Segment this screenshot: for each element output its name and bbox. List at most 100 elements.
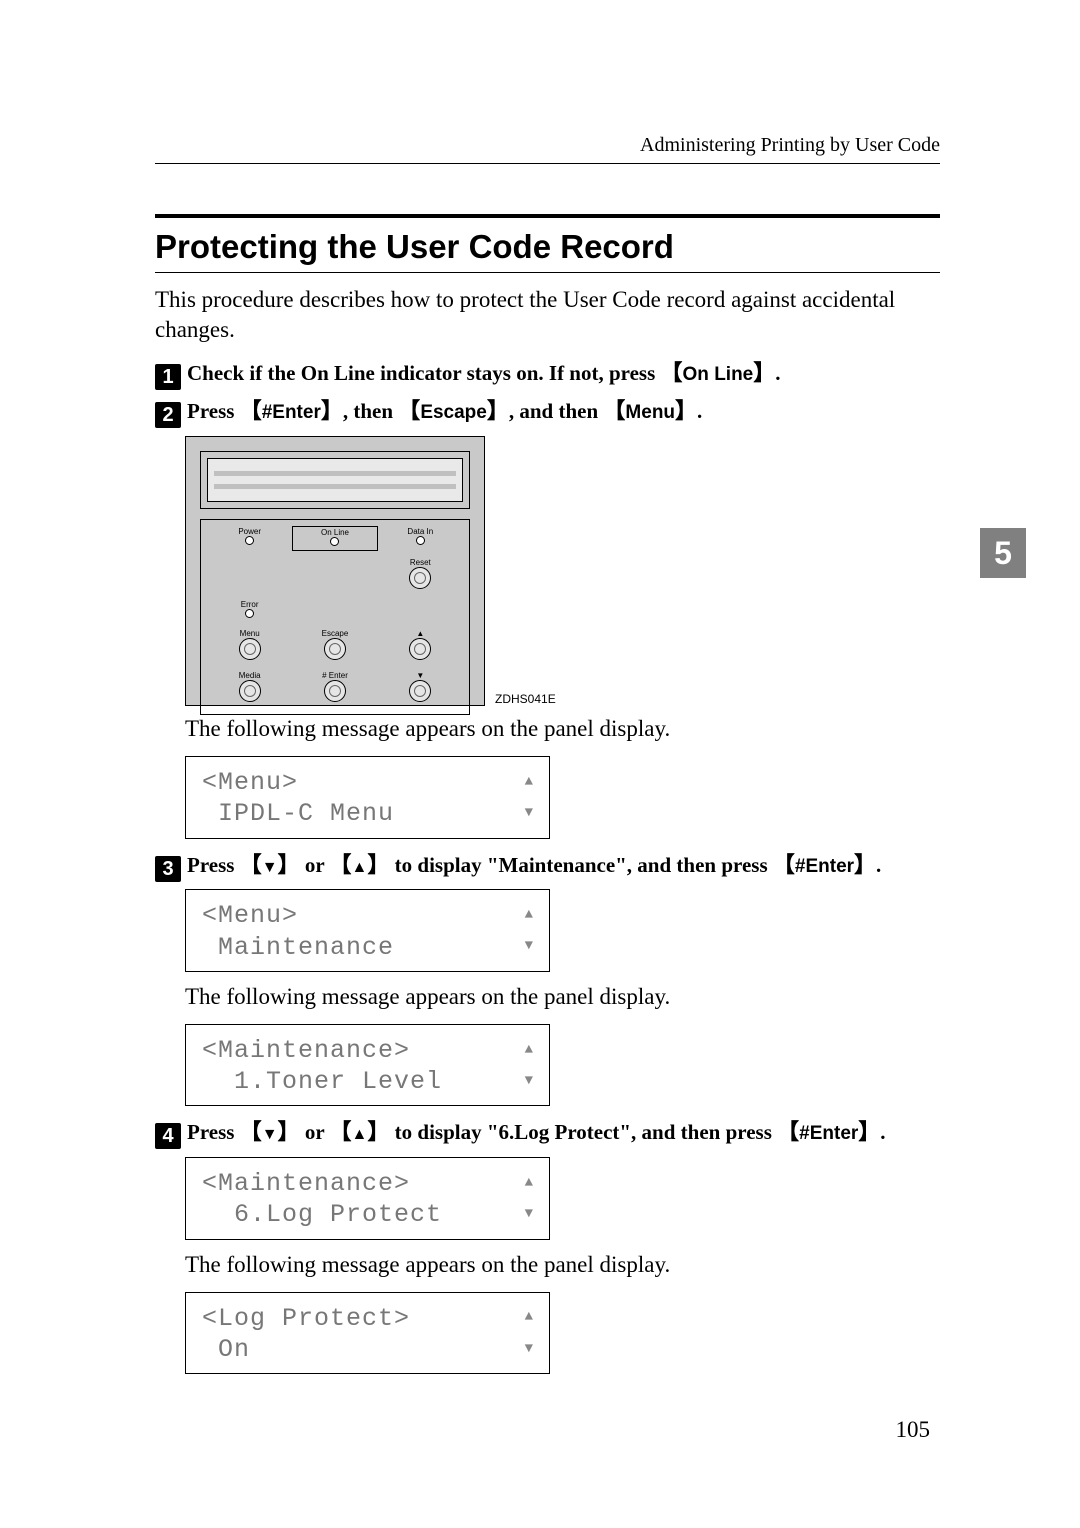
open-bracket-icon: 【 <box>398 398 420 423</box>
message-appears-text: The following message appears on the pan… <box>185 984 940 1010</box>
step-4-b: or <box>300 1120 330 1144</box>
lcd1-line1: <Menu> <box>202 767 298 798</box>
scroll-up-icon: ▲ <box>525 907 533 925</box>
lcd4-line1: <Maintenance> <box>202 1168 410 1199</box>
datain-label: Data In <box>407 527 433 536</box>
lcd-display-5: <Log Protect> ▲ On ▼ <box>185 1292 550 1375</box>
reset-button-icon <box>409 567 431 589</box>
open-bracket-icon: 【 <box>330 852 352 877</box>
datain-led-icon <box>416 536 425 545</box>
media-button-icon <box>239 680 261 702</box>
open-bracket-icon: 【 <box>773 852 795 877</box>
step-number-icon: 1 <box>155 364 181 390</box>
step-2-b: , then <box>343 399 398 423</box>
down-button-icon <box>409 680 431 702</box>
step-1-post: . <box>775 361 780 385</box>
lcd4-line2: 6.Log Protect <box>202 1199 442 1230</box>
page-number: 105 <box>896 1417 931 1443</box>
message-appears-text: The following message appears on the pan… <box>185 716 940 742</box>
step-number-icon: 4 <box>155 1123 181 1149</box>
intro-text: This procedure describes how to protect … <box>155 285 940 345</box>
online-led-icon <box>330 537 339 546</box>
online-label: On Line <box>321 528 349 537</box>
panel-lcd <box>207 458 463 502</box>
open-bracket-icon: 【 <box>240 398 262 423</box>
media-label: Media <box>239 671 261 680</box>
close-bracket-icon: 】 <box>675 398 697 423</box>
lcd2-line2: Maintenance <box>202 932 394 963</box>
menu-label: Menu <box>240 629 260 638</box>
scroll-down-icon: ▼ <box>525 1206 533 1224</box>
step-1-text: Check if the On Line indicator stays on.… <box>187 359 940 388</box>
power-led-icon <box>245 536 254 545</box>
close-bracket-icon: 】 <box>367 852 389 877</box>
step-3: 3 Press 【▼】 or 【▲】 to display "Maintenan… <box>155 851 940 1107</box>
enter-label: # Enter <box>322 671 348 680</box>
close-bracket-icon: 】 <box>854 852 876 877</box>
figure-code: ZDHS041E <box>495 692 556 706</box>
enter-key: #Enter <box>799 1123 858 1144</box>
escape-button-icon <box>324 638 346 660</box>
lcd-display-3: <Maintenance>▲ 1.Toner Level▼ <box>185 1024 550 1107</box>
step-2-text: Press 【#Enter】, then 【Escape】, and then … <box>187 397 940 426</box>
step-2: 2 Press 【#Enter】, then 【Escape】, and the… <box>155 397 940 838</box>
open-bracket-icon: 【 <box>240 1119 262 1144</box>
step-3-c: to display "Maintenance", and then press <box>389 853 772 877</box>
step-4-a: Press <box>187 1120 240 1144</box>
online-key: On Line <box>683 364 754 385</box>
reset-label: Reset <box>410 558 431 567</box>
step-4-c: to display "6.Log Protect", and then pre… <box>389 1120 777 1144</box>
close-bracket-icon: 】 <box>321 398 343 423</box>
enter-button-icon <box>324 680 346 702</box>
open-bracket-icon: 【 <box>330 1119 352 1144</box>
lcd-display-4: <Maintenance> ▲ 6.Log Protect ▼ <box>185 1157 550 1240</box>
up-key: ▲ <box>352 859 368 876</box>
close-bracket-icon: 】 <box>487 398 509 423</box>
step-3-text: Press 【▼】 or 【▲】 to display "Maintenance… <box>187 851 940 880</box>
scroll-up-icon: ▲ <box>525 774 533 792</box>
escape-label: Escape <box>322 629 349 638</box>
open-bracket-icon: 【 <box>777 1119 799 1144</box>
step-4-text: Press 【▼】 or 【▲】 to display "6.Log Prote… <box>187 1118 940 1147</box>
step-4-d: . <box>880 1120 885 1144</box>
open-bracket-icon: 【 <box>603 398 625 423</box>
step-3-b: or <box>300 853 330 877</box>
header-breadcrumb: Administering Printing by User Code <box>155 134 940 164</box>
menu-button-icon <box>239 638 261 660</box>
open-bracket-icon: 【 <box>661 360 683 385</box>
lcd5-line2: On <box>202 1334 250 1365</box>
close-bracket-icon: 】 <box>753 360 775 385</box>
step-3-a: Press <box>187 853 240 877</box>
scroll-up-icon: ▲ <box>525 1309 533 1327</box>
lcd3-line1: <Maintenance> <box>202 1035 410 1066</box>
enter-key: #Enter <box>262 402 321 423</box>
close-bracket-icon: 】 <box>278 1119 300 1144</box>
step-2-d: . <box>697 399 702 423</box>
error-led-icon <box>245 609 254 618</box>
printer-panel-illustration: Power On Line Data In Reset Error Menu E… <box>185 436 595 706</box>
scroll-up-icon: ▲ <box>525 1175 533 1193</box>
error-label: Error <box>241 600 259 609</box>
rule-thick <box>155 214 940 218</box>
rule-thin <box>155 272 940 273</box>
scroll-down-icon: ▼ <box>525 938 533 956</box>
lcd1-line2: IPDL-C Menu <box>202 798 394 829</box>
scroll-down-icon: ▼ <box>525 1341 533 1359</box>
escape-key: Escape <box>420 402 487 423</box>
step-1: 1 Check if the On Line indicator stays o… <box>155 359 940 388</box>
lcd2-line1: <Menu> <box>202 900 298 931</box>
close-bracket-icon: 】 <box>367 1119 389 1144</box>
enter-key: #Enter <box>795 856 854 877</box>
step-1-pre: Check if the On Line indicator stays on.… <box>187 361 661 385</box>
lcd3-line2: 1.Toner Level <box>202 1066 442 1097</box>
message-appears-text: The following message appears on the pan… <box>185 1252 940 1278</box>
menu-key: Menu <box>625 402 675 423</box>
scroll-down-icon: ▼ <box>525 1073 533 1091</box>
lcd5-line1: <Log Protect> <box>202 1303 410 1334</box>
step-number-icon: 3 <box>155 856 181 882</box>
chapter-tab: 5 <box>980 528 1026 578</box>
step-3-d: . <box>876 853 881 877</box>
step-2-a: Press <box>187 399 240 423</box>
scroll-down-icon: ▼ <box>525 805 533 823</box>
up-key: ▲ <box>352 1126 368 1143</box>
